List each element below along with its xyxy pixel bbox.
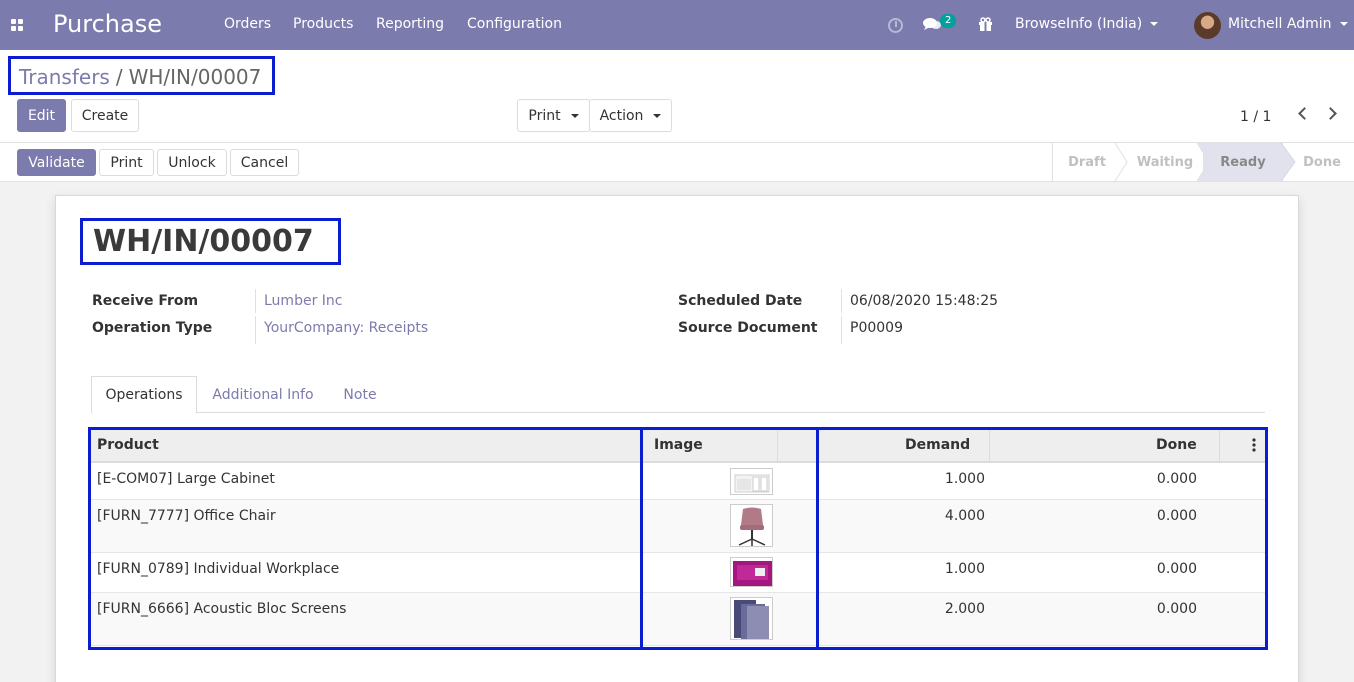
- stage-ready[interactable]: Ready: [1203, 143, 1283, 181]
- field-divider: [841, 289, 842, 313]
- operation-type-label: Operation Type: [92, 320, 213, 336]
- chevron-down-icon: [570, 113, 579, 118]
- done-value: 0.000: [1156, 471, 1197, 487]
- action-dropdown[interactable]: Action: [589, 99, 672, 132]
- cancel-button[interactable]: Cancel: [230, 149, 299, 176]
- field-divider: [255, 289, 256, 313]
- column-separator: [777, 428, 778, 463]
- product-name: [FURN_7777] Office Chair: [97, 508, 276, 524]
- field-divider: [255, 316, 256, 344]
- product-name: [FURN_0789] Individual Workplace: [97, 561, 340, 577]
- stage-waiting[interactable]: Waiting: [1125, 143, 1205, 181]
- menu-reporting[interactable]: Reporting: [376, 16, 444, 32]
- product-name: [FURN_6666] Acoustic Bloc Screens: [97, 601, 347, 617]
- control-panel: Transfers / WH/IN/00007 Edit Create Print …: [0, 50, 1354, 143]
- chevron-down-icon: [1339, 22, 1348, 26]
- breadcrumb-transfers-link[interactable]: Transfers: [19, 65, 110, 89]
- avatar[interactable]: [1194, 12, 1221, 39]
- breadcrumb-current: WH/IN/00007: [128, 65, 262, 89]
- demand-value: 1.000: [944, 471, 985, 487]
- operation-type-link[interactable]: YourCompany: Receipts: [264, 320, 428, 336]
- demand-value: 1.000: [944, 561, 985, 577]
- stage-done[interactable]: Done: [1289, 143, 1354, 181]
- demand-value: 2.000: [944, 601, 985, 617]
- validate-button[interactable]: Validate: [17, 149, 96, 176]
- app-name: Purchase: [53, 10, 162, 38]
- product-image-chair: [730, 504, 773, 547]
- unlock-button[interactable]: Unlock: [157, 149, 227, 176]
- column-done[interactable]: Done: [1156, 428, 1197, 463]
- receive-from-label: Receive From: [92, 293, 199, 309]
- receive-from-link[interactable]: Lumber Inc: [264, 293, 342, 309]
- done-value: 0.000: [1156, 601, 1197, 617]
- column-demand[interactable]: Demand: [905, 428, 970, 463]
- column-image[interactable]: Image: [654, 428, 703, 463]
- scheduled-date-label: Scheduled Date: [678, 293, 803, 309]
- company-name: BrowseInfo (India): [1015, 16, 1143, 32]
- user-menu[interactable]: Mitchell Admin: [1228, 16, 1348, 32]
- print-button[interactable]: Print: [99, 149, 154, 176]
- chevron-down-icon: [1150, 22, 1159, 26]
- breadcrumb: Transfers / WH/IN/00007: [8, 56, 275, 95]
- source-document-value: P00009: [850, 320, 903, 336]
- record-title-box: WH/IN/00007: [80, 218, 341, 265]
- stage-pipeline: Draft Waiting Ready Done: [1052, 143, 1354, 181]
- product-image-cabinet: [730, 468, 773, 495]
- top-navbar: Purchase Orders Products Reporting Confi…: [0, 0, 1354, 50]
- stage-divider: [1197, 143, 1213, 181]
- record-title: WH/IN/00007: [93, 224, 314, 259]
- stage-draft[interactable]: Draft: [1053, 143, 1121, 181]
- product-image-screens: [730, 597, 773, 640]
- table-row[interactable]: [FURN_0789] Individual Workplace 1.000 0…: [89, 553, 1267, 593]
- operations-table: Product Image Demand Done [E-COM07] Larg…: [89, 428, 1267, 650]
- column-separator: [1219, 428, 1220, 463]
- tab-operations[interactable]: Operations: [91, 376, 197, 414]
- tab-note[interactable]: Note: [331, 376, 389, 413]
- done-value: 0.000: [1156, 508, 1197, 524]
- source-document-label: Source Document: [678, 320, 818, 336]
- menu-products[interactable]: Products: [293, 16, 353, 32]
- scheduled-date-value: 06/08/2020 15:48:25: [850, 293, 999, 309]
- pager-value[interactable]: 1 / 1: [1240, 109, 1271, 125]
- edit-button[interactable]: Edit: [17, 99, 66, 132]
- print-dropdown[interactable]: Print: [517, 99, 590, 132]
- table-row[interactable]: [FURN_6666] Acoustic Bloc Screens 2.000 …: [89, 593, 1267, 646]
- apps-menu-icon[interactable]: [11, 19, 23, 31]
- chevron-down-icon: [653, 113, 662, 118]
- previous-record-icon[interactable]: [1298, 107, 1311, 120]
- demand-value: 4.000: [944, 508, 985, 524]
- notebook-tabs: Operations Additional Info Note: [91, 376, 1265, 414]
- product-image-workplace: [730, 557, 773, 587]
- activity-clock-icon[interactable]: [888, 18, 903, 33]
- next-record-icon[interactable]: [1324, 107, 1337, 120]
- tab-additional-info[interactable]: Additional Info: [199, 376, 327, 413]
- print-dropdown-label: Print: [528, 107, 561, 124]
- table-row[interactable]: [E-COM07] Large Cabinet 1.000 0.000: [89, 463, 1267, 500]
- column-product[interactable]: Product: [97, 428, 159, 463]
- user-name: Mitchell Admin: [1228, 16, 1332, 32]
- gift-icon[interactable]: [978, 17, 993, 36]
- company-switcher[interactable]: BrowseInfo (India): [1015, 16, 1159, 32]
- done-value: 0.000: [1156, 561, 1197, 577]
- column-separator: [989, 428, 990, 463]
- form-sheet: WH/IN/00007 Receive From Lumber Inc Oper…: [55, 195, 1299, 682]
- action-dropdown-label: Action: [599, 107, 644, 124]
- table-header: Product Image Demand Done: [89, 428, 1267, 463]
- field-divider: [841, 316, 842, 344]
- create-button[interactable]: Create: [71, 99, 139, 132]
- messages-icon[interactable]: [923, 17, 941, 31]
- product-name: [E-COM07] Large Cabinet: [97, 471, 275, 487]
- status-bar: Validate Print Unlock Cancel Draft Waiti…: [0, 143, 1354, 182]
- table-row[interactable]: [FURN_7777] Office Chair 4.000 0.000: [89, 500, 1267, 553]
- optional-columns-icon[interactable]: [1252, 428, 1262, 463]
- message-count-badge: 2: [940, 14, 957, 28]
- menu-configuration[interactable]: Configuration: [467, 16, 562, 32]
- breadcrumb-separator: /: [115, 65, 123, 89]
- menu-orders[interactable]: Orders: [224, 16, 271, 32]
